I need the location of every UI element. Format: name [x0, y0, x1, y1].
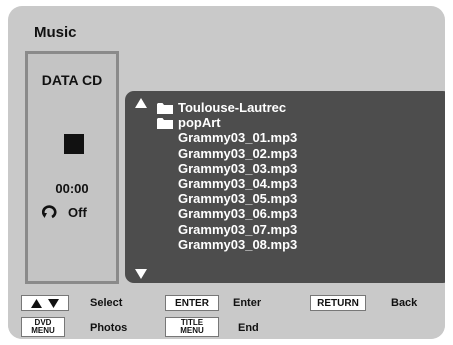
item-name: Grammy03_07.mp3: [178, 221, 298, 237]
item-name: Grammy03_02.mp3: [178, 145, 298, 161]
item-name: Grammy03_08.mp3: [178, 236, 298, 252]
scroll-down-icon[interactable]: [135, 269, 147, 279]
repeat-mode: Off: [68, 204, 87, 220]
item-name: Toulouse-Lautrec: [178, 100, 287, 116]
item-name: Grammy03_03.mp3: [178, 160, 298, 176]
file-item[interactable]: Grammy03_07.mp3: [157, 222, 297, 237]
page-title: Music: [34, 24, 77, 41]
repeat-icon: [41, 205, 57, 219]
folder-icon: [157, 102, 173, 114]
folder-item[interactable]: popArt: [157, 115, 297, 130]
select-label: Select: [90, 297, 123, 309]
item-name: Grammy03_04.mp3: [178, 176, 298, 192]
file-item[interactable]: Grammy03_04.mp3: [157, 176, 297, 191]
triangle-up-icon: [31, 298, 42, 308]
return-key[interactable]: RETURN: [310, 295, 366, 311]
item-name: Grammy03_05.mp3: [178, 191, 298, 207]
file-item[interactable]: Grammy03_05.mp3: [157, 191, 297, 206]
item-name: popArt: [178, 115, 221, 131]
photos-label: Photos: [90, 322, 128, 334]
title-menu-key[interactable]: TITLE MENU: [165, 317, 219, 337]
file-item[interactable]: Grammy03_01.mp3: [157, 130, 297, 145]
folder-icon: [157, 117, 173, 129]
file-list-rows: Toulouse-Lautrec popArt Grammy03_01.mp3 Gra…: [157, 100, 297, 252]
disc-type-label: DATA CD: [41, 72, 103, 88]
item-name: Grammy03_06.mp3: [178, 206, 298, 222]
file-item[interactable]: Grammy03_08.mp3: [157, 237, 297, 252]
repeat-status: Off: [40, 204, 87, 220]
folder-item[interactable]: Toulouse-Lautrec: [157, 100, 297, 115]
playback-time: 00:00: [55, 181, 89, 196]
back-label: Back: [391, 297, 418, 309]
up-down-key[interactable]: [21, 295, 69, 311]
file-item[interactable]: Grammy03_02.mp3: [157, 146, 297, 161]
file-list[interactable]: Toulouse-Lautrec popArt Grammy03_01.mp3 Gra…: [125, 91, 445, 283]
dvd-menu-key-text: DVD MENU: [31, 318, 55, 335]
title-menu-key-text: TITLE MENU: [180, 318, 204, 335]
key-legend: Select ENTER Enter RETURN Back DVD MENU P…: [8, 290, 445, 339]
file-item[interactable]: Grammy03_06.mp3: [157, 206, 297, 221]
music-screen: Music DATA CD 00:00 Off Toulouse-Lautrec…: [8, 6, 445, 339]
end-label: End: [238, 322, 259, 334]
dvd-menu-key[interactable]: DVD MENU: [21, 317, 65, 337]
triangle-down-icon: [48, 298, 59, 308]
scroll-up-icon[interactable]: [135, 98, 147, 108]
status-panel: DATA CD 00:00 Off: [25, 51, 119, 284]
stop-icon: [64, 134, 84, 154]
enter-key[interactable]: ENTER: [165, 295, 219, 311]
file-item[interactable]: Grammy03_03.mp3: [157, 161, 297, 176]
enter-label: Enter: [233, 297, 262, 309]
item-name: Grammy03_01.mp3: [178, 130, 298, 146]
